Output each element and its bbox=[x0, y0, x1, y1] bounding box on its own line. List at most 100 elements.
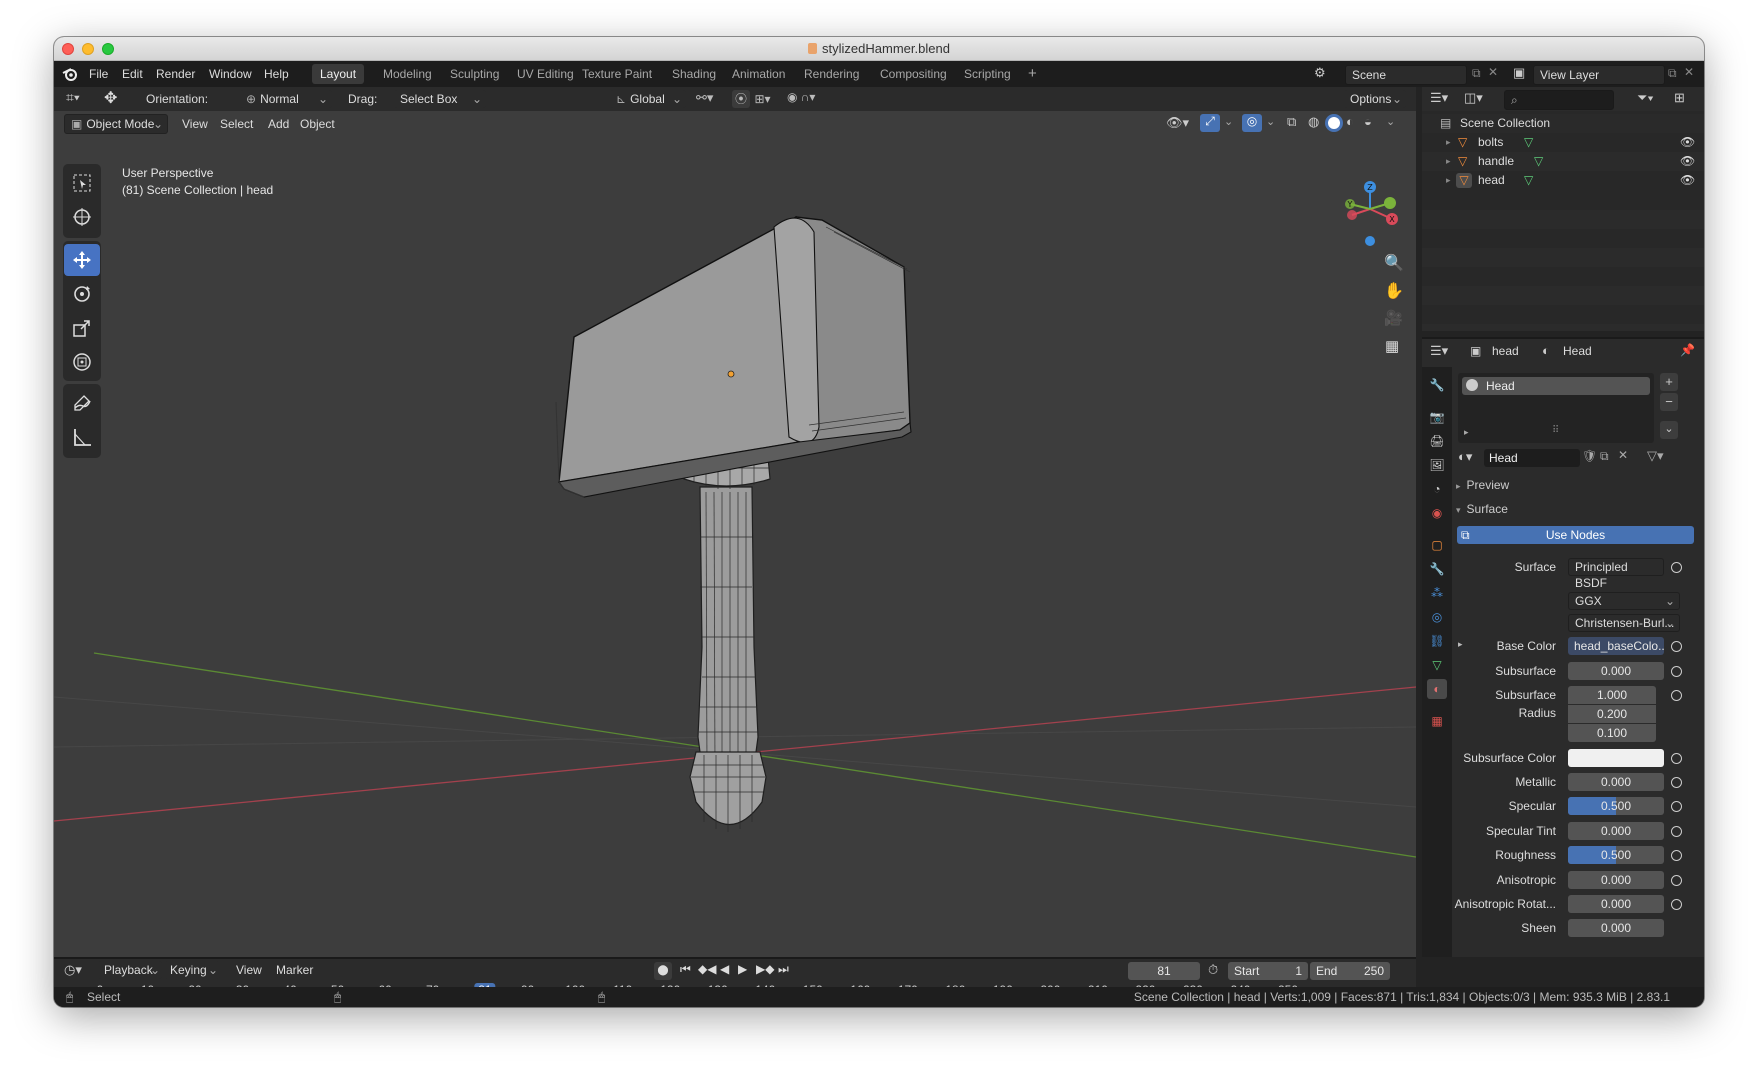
visibility-eye-icon[interactable]: 👁 bbox=[1680, 171, 1695, 190]
annotate-tool[interactable] bbox=[64, 387, 100, 419]
physics-tab-icon[interactable]: ◎ bbox=[1427, 607, 1447, 627]
record-button[interactable]: ⬤ bbox=[654, 962, 672, 980]
visibility-eye-icon[interactable]: 👁 bbox=[1680, 152, 1695, 171]
start-frame-field[interactable]: Start 1 bbox=[1228, 962, 1308, 980]
current-frame-field[interactable]: 81 bbox=[1128, 962, 1200, 980]
use-nodes-button[interactable]: ⧉ Use Nodes bbox=[1457, 526, 1694, 544]
timeline-marker-menu[interactable]: Marker bbox=[276, 960, 313, 980]
blender-logo-icon[interactable] bbox=[62, 61, 84, 87]
texture-tab-icon[interactable]: ▦ bbox=[1427, 711, 1447, 731]
zoom-icon[interactable]: 🔍 bbox=[1384, 253, 1404, 273]
next-keyframe-icon[interactable]: ▶◆ bbox=[756, 962, 774, 976]
scene-name-field[interactable]: Scene bbox=[1345, 65, 1467, 85]
transform-tool[interactable] bbox=[64, 346, 100, 378]
render-tab-icon[interactable]: 📷 bbox=[1427, 407, 1447, 427]
socket-link-icon[interactable] bbox=[1671, 777, 1682, 788]
add-slot-button[interactable]: + bbox=[1660, 373, 1678, 391]
browse-material-icon[interactable]: ◐▾ bbox=[1458, 449, 1484, 467]
tab-animation[interactable]: Animation bbox=[724, 64, 793, 84]
material-slot-item[interactable]: Head bbox=[1462, 377, 1650, 395]
menu-window[interactable]: Window bbox=[209, 61, 252, 87]
view-layer-remove-icon[interactable]: ✕ bbox=[1684, 65, 1694, 79]
new-collection-icon[interactable]: ⊞ bbox=[1674, 90, 1685, 106]
material-slots-list[interactable]: Head ▸ ⠿ bbox=[1458, 373, 1654, 443]
end-frame-field[interactable]: End 250 bbox=[1310, 962, 1390, 980]
distribution-dropdown[interactable]: GGX ⌄ bbox=[1568, 592, 1680, 610]
tab-rendering[interactable]: Rendering bbox=[796, 64, 867, 84]
output-tab-icon[interactable]: 🖨 bbox=[1427, 431, 1447, 451]
scene-remove-icon[interactable]: ✕ bbox=[1488, 65, 1498, 79]
hammer-head[interactable] bbox=[555, 215, 912, 498]
tool-tab-icon[interactable]: 🔧 bbox=[1427, 375, 1447, 395]
outliner-row-head[interactable]: ▸ ▽ head ▽ 👁 bbox=[1422, 171, 1704, 190]
keying-menu[interactable]: Keying ⌄ bbox=[164, 961, 220, 979]
navigation-gizmo[interactable]: Z X Y bbox=[1330, 169, 1410, 249]
select-box-tool[interactable] bbox=[64, 167, 100, 199]
socket-link-icon[interactable] bbox=[1671, 801, 1682, 812]
socket-link-icon[interactable] bbox=[1671, 641, 1682, 652]
tab-modeling[interactable]: Modeling bbox=[375, 64, 440, 84]
duplicate-material-icon[interactable]: ⧉ bbox=[1600, 449, 1609, 464]
menu-edit[interactable]: Edit bbox=[122, 61, 143, 87]
unlink-material-icon[interactable]: ✕ bbox=[1618, 448, 1628, 462]
fake-user-shield-icon[interactable]: 🛡 bbox=[1582, 449, 1597, 463]
resize-grip-icon[interactable]: ⠿ bbox=[1552, 425, 1559, 436]
preview-panel-header[interactable]: ▸ Preview bbox=[1454, 475, 1700, 495]
specular-tint-field[interactable]: 0.000 bbox=[1568, 822, 1664, 840]
sheen-field[interactable]: 0.000 bbox=[1568, 919, 1664, 937]
3d-viewport[interactable]: ⌗▾ ✥ Orientation: ⊕ Normal ⌄ Drag: Select … bbox=[54, 87, 1416, 957]
object-origin[interactable] bbox=[727, 370, 735, 378]
tab-shading[interactable]: Shading bbox=[664, 64, 724, 84]
metallic-field[interactable]: 0.000 bbox=[1568, 773, 1664, 791]
anisotropic-rotation-field[interactable]: 0.000 bbox=[1568, 895, 1664, 913]
remove-slot-button[interactable]: − bbox=[1660, 393, 1678, 411]
play-icon[interactable]: ▶ bbox=[738, 962, 747, 976]
tab-uv-editing[interactable]: UV Editing bbox=[509, 64, 582, 84]
socket-link-icon[interactable] bbox=[1671, 562, 1682, 573]
outliner-search-input[interactable]: ⌕ bbox=[1504, 90, 1614, 110]
outliner-row-handle[interactable]: ▸ ▽ handle ▽ 👁 bbox=[1422, 152, 1704, 171]
socket-link-icon[interactable] bbox=[1671, 666, 1682, 677]
link-type-icon[interactable]: ▽▾ bbox=[1647, 448, 1664, 464]
expand-arrow-icon[interactable]: ▸ bbox=[1446, 152, 1451, 171]
play-reverse-icon[interactable]: ◀ bbox=[720, 962, 729, 976]
tab-texture-paint[interactable]: Texture Paint bbox=[574, 64, 660, 84]
view-layer-icon[interactable]: ▣ bbox=[1513, 65, 1525, 81]
modifier-tab-icon[interactable]: 🔧 bbox=[1427, 559, 1447, 579]
pin-icon[interactable]: 📌 bbox=[1680, 343, 1695, 357]
expand-arrow-icon[interactable]: ▸ bbox=[1446, 133, 1451, 152]
roughness-slider[interactable]: 0.500 bbox=[1568, 846, 1664, 864]
scene-selector-icon[interactable]: ⚙ bbox=[1314, 65, 1332, 83]
subsurface-color-swatch[interactable] bbox=[1568, 749, 1664, 767]
menu-file[interactable]: File bbox=[89, 61, 108, 87]
material-tab-icon[interactable]: ◐ bbox=[1427, 679, 1447, 699]
particles-tab-icon[interactable]: ⁂ bbox=[1427, 583, 1447, 603]
pan-hand-icon[interactable]: ✋ bbox=[1384, 281, 1404, 301]
specular-slider[interactable]: 0.500 bbox=[1568, 797, 1664, 815]
filter-icon[interactable]: ⏷▾ bbox=[1637, 90, 1654, 106]
subsurface-radius-x[interactable]: 1.000 bbox=[1568, 686, 1656, 704]
visibility-eye-icon[interactable]: 👁 bbox=[1680, 133, 1695, 152]
ortho-grid-icon[interactable]: ▦ bbox=[1385, 337, 1399, 355]
menu-render[interactable]: Render bbox=[156, 61, 195, 87]
socket-link-icon[interactable] bbox=[1671, 875, 1682, 886]
minimize-window-button[interactable] bbox=[82, 43, 94, 55]
tab-sculpting[interactable]: Sculpting bbox=[442, 64, 507, 84]
display-mode-icon[interactable]: ◫▾ bbox=[1464, 90, 1483, 106]
outliner-row-bolts[interactable]: ▸ ▽ bolts ▽ 👁 bbox=[1422, 133, 1704, 152]
scene-tab-icon[interactable]: ◔ bbox=[1427, 479, 1447, 499]
material-name-field[interactable]: Head bbox=[1484, 449, 1580, 467]
socket-link-icon[interactable] bbox=[1671, 826, 1682, 837]
expand-arrow-icon[interactable]: ▸ bbox=[1446, 171, 1451, 190]
socket-link-icon[interactable] bbox=[1671, 690, 1682, 701]
object-tab-icon[interactable]: ▢ bbox=[1427, 535, 1447, 555]
timeline-view-menu[interactable]: View bbox=[236, 960, 262, 980]
jump-start-icon[interactable]: ⏮ bbox=[680, 962, 691, 977]
hammer-handle[interactable] bbox=[683, 451, 771, 832]
surface-shader-field[interactable]: Principled BSDF bbox=[1568, 558, 1664, 590]
jump-end-icon[interactable]: ⏭ bbox=[778, 962, 789, 977]
scene-copy-icon[interactable]: ⧉ bbox=[1472, 66, 1481, 81]
socket-link-icon[interactable] bbox=[1671, 753, 1682, 764]
tab-layout[interactable]: Layout bbox=[312, 64, 365, 84]
subsurface-field[interactable]: 0.000 bbox=[1568, 662, 1664, 680]
